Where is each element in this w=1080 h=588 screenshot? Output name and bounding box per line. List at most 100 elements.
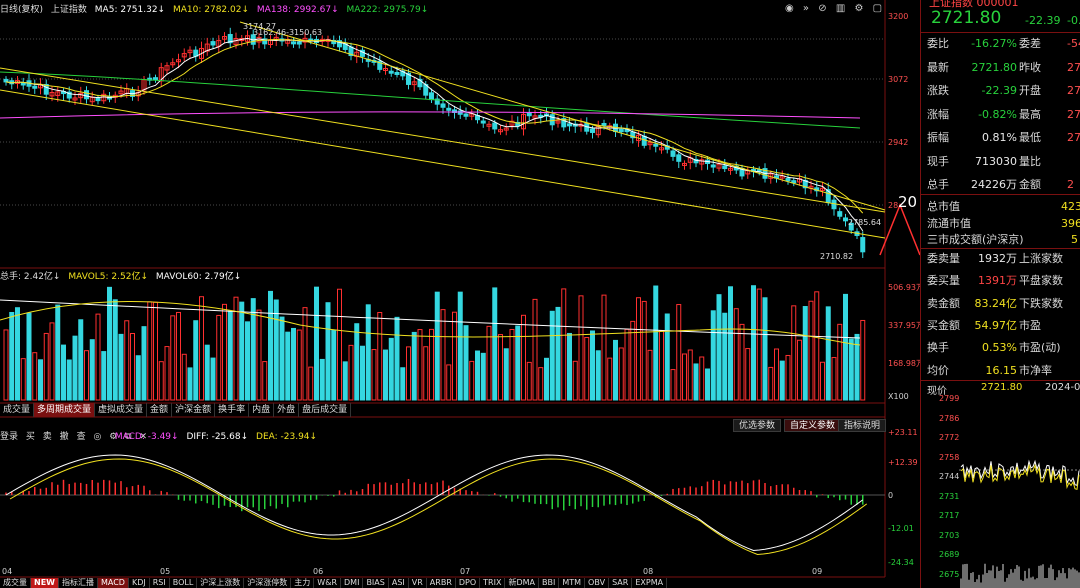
candle-body [291,41,296,45]
quote-panel: 上证指数 000001 2721.80 -22.39 -0.8 委比 -16.2… [920,0,1080,588]
bottom-tab[interactable]: BBI [539,578,560,588]
candle-body [618,128,624,133]
candle-body [722,165,728,170]
candle-body [463,113,469,117]
stock-chart-window: 日线(复权) 上证指数 MA5: 2751.32↓ MA10: 2782.02↓… [0,0,1080,588]
bottom-tab[interactable]: NEW [31,578,59,588]
month-label: 04 [2,567,13,576]
bottom-tab[interactable]: W&R [314,578,342,588]
volume-bar [837,323,843,401]
volume-bar [544,357,549,401]
candle-body [549,114,555,126]
candle-body [446,107,452,111]
bottom-tab[interactable]: MACD [97,578,129,588]
volume-bar [256,309,262,401]
volume-bar [670,369,676,401]
bottom-tab[interactable]: ARBR [427,578,456,588]
volume-bar [285,331,291,401]
bottom-tab[interactable]: DPO [456,578,481,588]
candle-body [641,135,647,146]
bottom-tab[interactable]: 沪深涨停数 [244,578,292,588]
bottom-tab[interactable]: EXPMA [632,578,668,588]
candle-body [20,82,26,86]
indicator-help-button[interactable]: 指标说明 [838,419,887,432]
volume-bar [371,349,377,401]
volume-bar [32,352,38,401]
candle-body [831,199,837,210]
sell-button[interactable]: 卖 [43,432,52,442]
volume-bar [141,326,147,401]
bottom-tab[interactable]: MTM [559,578,586,588]
indicator-tab[interactable]: 内盘 [249,403,275,417]
bottom-tab[interactable]: ASI [389,578,409,588]
volume-bar [480,352,486,401]
volume-bar [55,304,61,401]
bottom-tab[interactable]: VR [409,578,427,588]
month-label: 06 [313,567,324,576]
custom-params-button[interactable]: 自定义参数 [784,419,842,432]
bottom-tab[interactable]: 沪深上涨数 [197,578,245,588]
bottom-tab[interactable]: 主力 [291,578,315,588]
volume-bar [739,323,745,401]
bottom-tab[interactable]: BOLL [170,578,198,588]
indicator-tab[interactable]: 盘后成交量 [299,403,352,417]
low-annotation: 2710.82 [820,252,854,261]
indicator-tab[interactable]: 沪深金额 [172,403,216,417]
volume-bar [377,312,383,401]
volume-bar [785,354,791,401]
candle-body [590,128,595,133]
volume-bar [239,301,245,401]
volume-bar [314,286,319,401]
indicator-tab[interactable]: 金额 [147,403,173,417]
volume-bar [779,360,785,401]
volume-bar [291,327,296,401]
volume-bar [682,353,687,401]
volume-bar [820,361,825,401]
bottom-tab[interactable]: BIAS [363,578,389,588]
bottom-tab[interactable]: TRIX [480,578,506,588]
volume-bar [164,346,170,401]
volume-bar [578,295,584,401]
range-annotation: 3162.46-3150.63 [253,28,323,37]
candle-body [84,90,89,100]
volume-bar [170,315,176,401]
query-button[interactable]: 查 [77,432,86,442]
volume-bar [342,361,348,401]
bottom-tab[interactable]: OBV [585,578,610,588]
bottom-tab[interactable]: SAR [609,578,633,588]
login-button[interactable]: 登录 [0,432,18,442]
cancel-order-button[interactable]: 撤 [60,432,69,442]
optimize-params-button[interactable]: 优选参数 [733,419,782,432]
bottom-tab[interactable]: KDJ [129,578,150,588]
macd-tick: +12.39 [888,458,918,467]
volume-header: 总手: 2.42亿↓ MAVOL5: 2.52亿↓ MAVOL60: 2.79亿… [0,270,246,284]
candle-body [480,120,486,124]
macd-tick: 0 [888,491,894,500]
volume-bar [72,335,78,401]
volume-bar [394,316,400,401]
buy-button[interactable]: 买 [26,432,35,442]
bottom-tab[interactable]: DMI [341,578,364,588]
price-tick: 3072 [888,75,909,84]
indicator-tab[interactable]: 成交量 [0,403,35,417]
volume-bar [233,296,239,401]
bottom-tab[interactable]: 指标汇播 [59,578,98,588]
candle-body [843,217,848,222]
candle-body [440,103,446,108]
target-icon[interactable]: ◎ [93,432,101,442]
volume-bar [722,312,728,401]
volume-bar [848,338,854,401]
level-annotation: 2785.64 [848,218,882,227]
indicator-tab[interactable]: 多周期成交量 [34,403,96,417]
bottom-tab[interactable]: 成交量 [0,578,31,588]
volume-total-label: 总手: 2.42亿↓ [0,272,61,282]
bottom-tab[interactable]: RSI [150,578,170,588]
mavol60-label: MAVOL60: 2.79亿↓ [155,272,242,282]
volume-bar [331,329,337,401]
bottom-tab[interactable]: 新DMA [505,578,539,588]
indicator-tab[interactable]: 虚拟成交量 [95,403,148,417]
indicator-tab[interactable]: 外盘 [274,403,300,417]
volume-bar [452,311,457,401]
dea-label: DEA: -23.94↓ [256,432,318,442]
indicator-tab[interactable]: 换手率 [215,403,250,417]
